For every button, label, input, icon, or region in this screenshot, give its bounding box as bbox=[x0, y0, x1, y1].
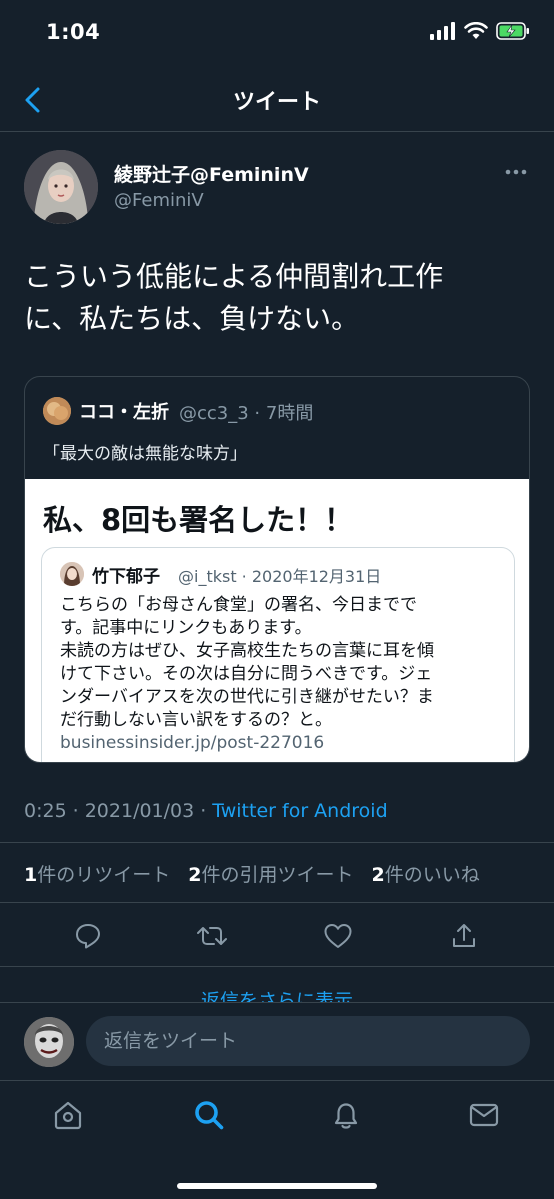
signal-icon bbox=[430, 22, 455, 40]
reply-button[interactable] bbox=[68, 916, 108, 956]
embedded-tweet-card: 竹下郁子 @i_tkst · 2020年12月31日 こちらの「お母さん食堂」の… bbox=[41, 547, 515, 762]
battery-icon bbox=[496, 22, 529, 40]
embedded-link: businessinsider.jp/post-227016 bbox=[60, 733, 325, 753]
separator: · bbox=[72, 800, 79, 822]
embedded-text-line: けて下さい。その次は自分に問うべきです。ジェ bbox=[60, 664, 433, 684]
quote-text: 「最大の敵は無能な味方」 bbox=[43, 444, 247, 464]
tweet-timestamp-row: 0:25 · 2021/01/03 · Twitter for Android bbox=[24, 800, 388, 822]
current-user-avatar[interactable] bbox=[24, 1017, 74, 1067]
author-display-name[interactable]: 綾野辻子@FemininV bbox=[114, 160, 309, 187]
retweet-icon bbox=[197, 927, 227, 945]
messages-icon bbox=[469, 1103, 499, 1127]
reply-input[interactable]: 返信をツイート bbox=[86, 1016, 530, 1066]
search-icon bbox=[195, 1101, 224, 1130]
current-user-avatar-image bbox=[24, 1017, 74, 1067]
embedded-text-line: ンダーバイアスを次の世代に引き継がせたい？ま bbox=[60, 687, 434, 707]
divider bbox=[0, 902, 554, 903]
likes-stat[interactable]: 2件のいいね bbox=[372, 860, 480, 887]
embedded-author-avatar bbox=[60, 562, 84, 586]
quote-author-avatar bbox=[43, 397, 71, 425]
status-icons bbox=[430, 22, 530, 40]
reply-icon bbox=[76, 924, 100, 949]
notifications-icon bbox=[334, 1103, 358, 1129]
quote-image[interactable]: 私、8回も署名した！！ 竹下郁子 @i_tkst · 2020年12月31日 こ… bbox=[25, 479, 529, 762]
author-avatar[interactable] bbox=[24, 150, 98, 224]
status-bar: 1:04 bbox=[0, 0, 554, 70]
divider bbox=[0, 842, 554, 843]
retweets-count: 1 bbox=[24, 864, 38, 886]
tweet-time: 0:25 bbox=[24, 800, 67, 822]
quotes-label: 件の引用ツイート bbox=[201, 864, 354, 886]
retweets-stat[interactable]: 1件のリツイート bbox=[24, 860, 170, 887]
embedded-tweet-text: こちらの「お母さん食堂」の署名、今日までで す。記事中にリンクもあります。 未読… bbox=[60, 594, 506, 755]
tweet-text-line: こういう低能による仲間割れ工作 bbox=[24, 260, 444, 293]
quote-avatar-image bbox=[43, 397, 71, 425]
separator: · bbox=[200, 800, 207, 822]
home-indicator bbox=[177, 1183, 377, 1189]
embedded-author-name: 竹下郁子 bbox=[92, 567, 160, 587]
tab-notifications[interactable] bbox=[326, 1095, 366, 1135]
embedded-text-line: す。記事中にリンクもあります。 bbox=[60, 618, 312, 638]
embedded-avatar-image bbox=[60, 562, 84, 586]
divider bbox=[0, 966, 554, 967]
author-avatar-image bbox=[24, 150, 98, 224]
share-icon bbox=[453, 924, 475, 947]
quote-author-meta: @cc3_3 · 7時間 bbox=[179, 403, 314, 424]
embedded-text-line: だ行動しない言い訳をするの？と。 bbox=[60, 710, 332, 730]
retweet-button[interactable] bbox=[192, 916, 232, 956]
quote-image-title: 私、8回も署名した！！ bbox=[43, 503, 354, 537]
tweet-text: こういう低能による仲間割れ工作 に、私たちは、負けない。 bbox=[24, 256, 534, 340]
show-more-replies-link[interactable]: 返信をさらに表示 bbox=[0, 986, 554, 1002]
likes-label: 件のいいね bbox=[384, 864, 480, 886]
more-options-button[interactable] bbox=[500, 160, 532, 184]
home-icon bbox=[54, 1101, 82, 1130]
likes-count: 2 bbox=[371, 864, 385, 886]
page-title: ツイート bbox=[232, 90, 321, 115]
embedded-text-line: こちらの「お母さん食堂」の署名、今日までで bbox=[60, 595, 417, 615]
quoted-tweet[interactable]: ココ・左折 @cc3_3 · 7時間 「最大の敵は無能な味方」 私、8回も署名し… bbox=[24, 376, 530, 763]
quote-tweets-stat[interactable]: 2件の引用ツイート bbox=[188, 860, 353, 887]
engagement-stats: 1件のリツイート 2件の引用ツイート 2件のいいね bbox=[24, 860, 480, 887]
author-handle[interactable]: @FeminiV bbox=[114, 190, 204, 211]
quote-author-name: ココ・左折 bbox=[79, 402, 169, 423]
like-button[interactable] bbox=[318, 916, 358, 956]
tweet-date: 2021/01/03 bbox=[84, 800, 195, 822]
embedded-author-meta: @i_tkst · 2020年12月31日 bbox=[178, 567, 382, 586]
bottom-tab-bar bbox=[0, 1080, 554, 1199]
tab-home[interactable] bbox=[48, 1095, 88, 1135]
status-time: 1:04 bbox=[46, 20, 101, 44]
like-icon bbox=[324, 924, 352, 948]
quotes-count: 2 bbox=[188, 864, 202, 886]
tweet-actions bbox=[0, 912, 554, 960]
share-button[interactable] bbox=[444, 916, 484, 956]
wifi-icon bbox=[464, 22, 488, 39]
tweet-text-line: に、私たちは、負けない。 bbox=[24, 302, 360, 335]
reply-composer: 返信をツイート bbox=[0, 1002, 554, 1080]
embedded-text-line: 未読の方はぜひ、女子高校生たちの言葉に耳を傾 bbox=[60, 641, 434, 661]
more-icon bbox=[505, 169, 527, 175]
tab-search[interactable] bbox=[189, 1095, 229, 1135]
tab-messages[interactable] bbox=[464, 1095, 504, 1135]
tweet-client-link[interactable]: Twitter for Android bbox=[212, 800, 387, 822]
retweets-label: 件のリツイート bbox=[37, 864, 171, 886]
nav-bar: ツイート bbox=[0, 70, 554, 132]
